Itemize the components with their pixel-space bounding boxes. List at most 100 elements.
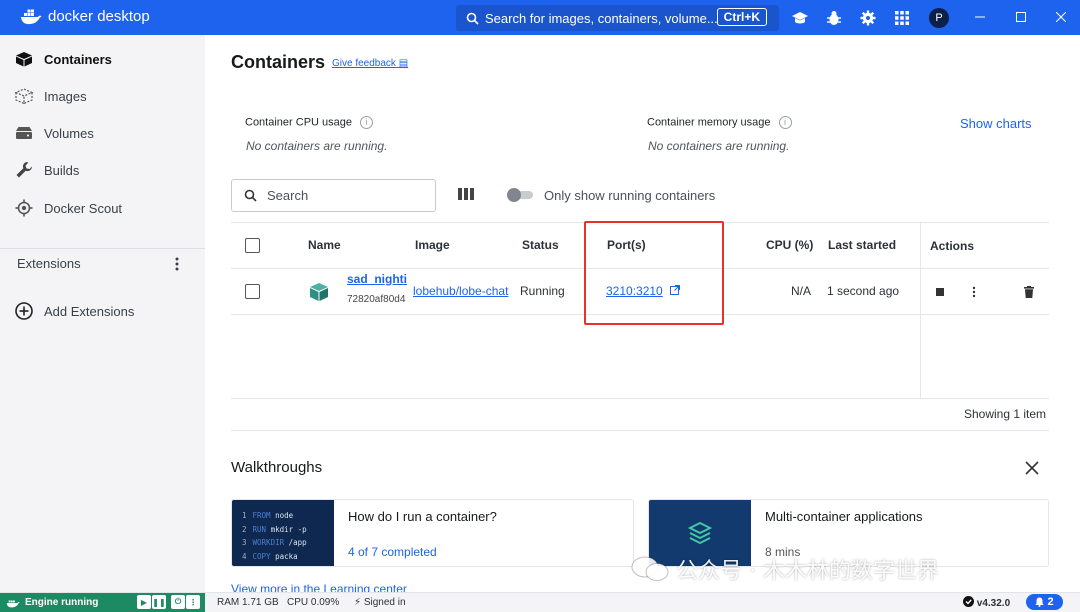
pause-icon[interactable]: ❚❚ xyxy=(152,595,166,609)
bug-icon[interactable] xyxy=(824,8,844,28)
container-status: Running xyxy=(520,284,565,298)
signed-in-label: Signed in xyxy=(363,597,406,608)
sidebar-item-label: Volumes xyxy=(44,125,94,141)
walkthroughs-title: Walkthroughs xyxy=(231,459,323,476)
walkthrough-progress: 4 of 7 completed xyxy=(348,545,437,559)
plus-circle-icon xyxy=(14,301,34,321)
cpu-usage: CPU 0.09% xyxy=(287,597,340,608)
container-image-link[interactable]: lobehub/lobe-chat xyxy=(413,284,516,298)
cpu-usage-label: Container CPU usage xyxy=(245,116,353,129)
memory-usage-value: No containers are running. xyxy=(648,139,790,153)
table-bottom-border xyxy=(231,398,1049,399)
stop-icon[interactable] xyxy=(932,284,948,300)
plug-icon: ⚡ xyxy=(354,597,362,608)
container-cube-icon xyxy=(309,282,329,305)
walkthrough-card-title: Multi-container applications xyxy=(765,509,923,524)
add-extensions-button[interactable]: Add Extensions xyxy=(14,300,134,322)
sidebar-item-images[interactable]: Images xyxy=(14,85,87,107)
ram-usage: RAM 1.71 GB xyxy=(217,597,279,608)
sidebar: Containers Images Volumes Builds Docker … xyxy=(0,35,205,592)
docker-logo: docker desktop xyxy=(20,8,150,25)
maximize-icon[interactable] xyxy=(1011,7,1031,27)
watermark: 公众号 · 木木林的数字世界 xyxy=(630,553,939,585)
extensions-title: Extensions xyxy=(17,256,81,271)
container-search-input[interactable]: Search xyxy=(231,179,436,212)
code-preview: 1 FROM node 2 RUN mkdir -p 3 WORKDIR /app 4… xyxy=(242,511,307,561)
walkthrough-card-title: How do I run a container? xyxy=(348,509,497,524)
notifications-count: 2 xyxy=(1047,596,1054,608)
code-preview-image: 1 FROM node 2 RUN mkdir -p 3 WORKDIR /app 4… xyxy=(232,500,334,566)
more-options-icon[interactable]: ⋮ xyxy=(186,595,200,609)
running-only-label: Only show running containers xyxy=(544,188,716,203)
column-header-name[interactable]: Name xyxy=(308,238,341,252)
global-search[interactable]: Search for images, containers, volume...… xyxy=(456,5,779,31)
sidebar-item-builds[interactable]: Builds xyxy=(14,159,79,181)
title-bar: docker desktop Search for images, contai… xyxy=(0,0,1080,35)
engine-status[interactable]: Engine running ▶ ❚❚ ⏻ ⋮ xyxy=(0,593,205,612)
add-extensions-label: Add Extensions xyxy=(44,303,135,319)
sidebar-item-label: Containers xyxy=(44,51,112,67)
cpu-usage-title: Container CPU usage i xyxy=(245,116,374,129)
search-shortcut-badge: Ctrl+K xyxy=(716,8,767,26)
cpu-usage-value: No containers are running. xyxy=(246,139,388,153)
column-header-cpu[interactable]: CPU (%) xyxy=(766,238,813,252)
column-header-status[interactable]: Status xyxy=(522,238,559,252)
section-divider xyxy=(231,430,1049,431)
gear-icon[interactable] xyxy=(858,8,878,28)
container-name-link[interactable]: sad_nightir xyxy=(347,272,407,286)
sidebar-item-label: Docker Scout xyxy=(44,200,123,216)
info-icon[interactable]: i xyxy=(778,116,792,129)
signed-in-status: ⚡ Signed in xyxy=(354,597,406,608)
showing-count: Showing 1 item xyxy=(964,407,1047,421)
learning-center-icon[interactable] xyxy=(790,8,810,28)
column-header-last-started[interactable]: Last started xyxy=(828,238,896,252)
give-feedback-label: Give feedback xyxy=(332,58,396,69)
ports-highlight-box xyxy=(584,221,724,325)
extensions-menu-icon[interactable] xyxy=(170,255,184,273)
row-checkbox[interactable] xyxy=(245,284,260,299)
docker-whale-icon xyxy=(21,9,42,24)
watermark-text: 公众号 · 木木林的数字世界 xyxy=(676,559,939,584)
power-icon[interactable]: ⏻ xyxy=(171,595,185,609)
sidebar-divider xyxy=(0,248,205,249)
close-window-icon[interactable] xyxy=(1051,7,1071,27)
wechat-icon xyxy=(631,556,669,581)
search-icon xyxy=(244,189,257,202)
container-id: 72820af80d4 xyxy=(347,294,406,305)
info-icon[interactable]: i xyxy=(360,116,374,129)
container-last-started: 1 second ago xyxy=(827,284,900,298)
wrench-icon xyxy=(14,160,34,180)
show-charts-link[interactable]: Show charts xyxy=(960,116,1032,131)
trash-icon[interactable] xyxy=(1021,284,1037,300)
column-header-image[interactable]: Image xyxy=(415,238,450,252)
walkthrough-card-run-container[interactable]: 1 FROM node 2 RUN mkdir -p 3 WORKDIR /app 4… xyxy=(231,499,634,567)
volume-icon xyxy=(14,123,34,143)
sidebar-item-volumes[interactable]: Volumes xyxy=(14,122,94,144)
running-only-toggle[interactable] xyxy=(507,188,533,202)
column-header-actions: Actions xyxy=(930,239,975,253)
container-cpu: N/A xyxy=(791,284,812,298)
more-options-icon[interactable] xyxy=(966,284,982,300)
sidebar-item-docker-scout[interactable]: Docker Scout xyxy=(14,197,122,219)
version-info[interactable]: v4.32.0 xyxy=(963,596,1010,609)
minimize-icon[interactable] xyxy=(970,7,990,27)
check-circle-icon xyxy=(963,596,974,607)
sidebar-item-containers[interactable]: Containers xyxy=(14,48,112,70)
scout-icon xyxy=(14,198,34,218)
notifications-badge[interactable]: 2 xyxy=(1026,594,1063,610)
bell-icon xyxy=(1035,597,1045,607)
memory-usage-title: Container memory usage i xyxy=(647,116,792,129)
docker-whale-icon xyxy=(6,600,20,607)
columns-icon[interactable] xyxy=(458,187,474,204)
image-icon xyxy=(14,86,34,106)
container-icon xyxy=(14,49,34,69)
layers-icon xyxy=(687,521,713,545)
user-avatar[interactable]: P xyxy=(929,8,949,28)
global-search-placeholder: Search for images, containers, volume... xyxy=(485,10,718,26)
give-feedback-link[interactable]: Give feedback ▤ xyxy=(332,58,408,69)
app-logo-text: docker desktop xyxy=(48,8,150,25)
resume-icon[interactable]: ▶ xyxy=(137,595,151,609)
close-icon[interactable] xyxy=(1023,459,1041,477)
select-all-checkbox[interactable] xyxy=(245,238,260,253)
grid-icon[interactable] xyxy=(892,8,912,28)
